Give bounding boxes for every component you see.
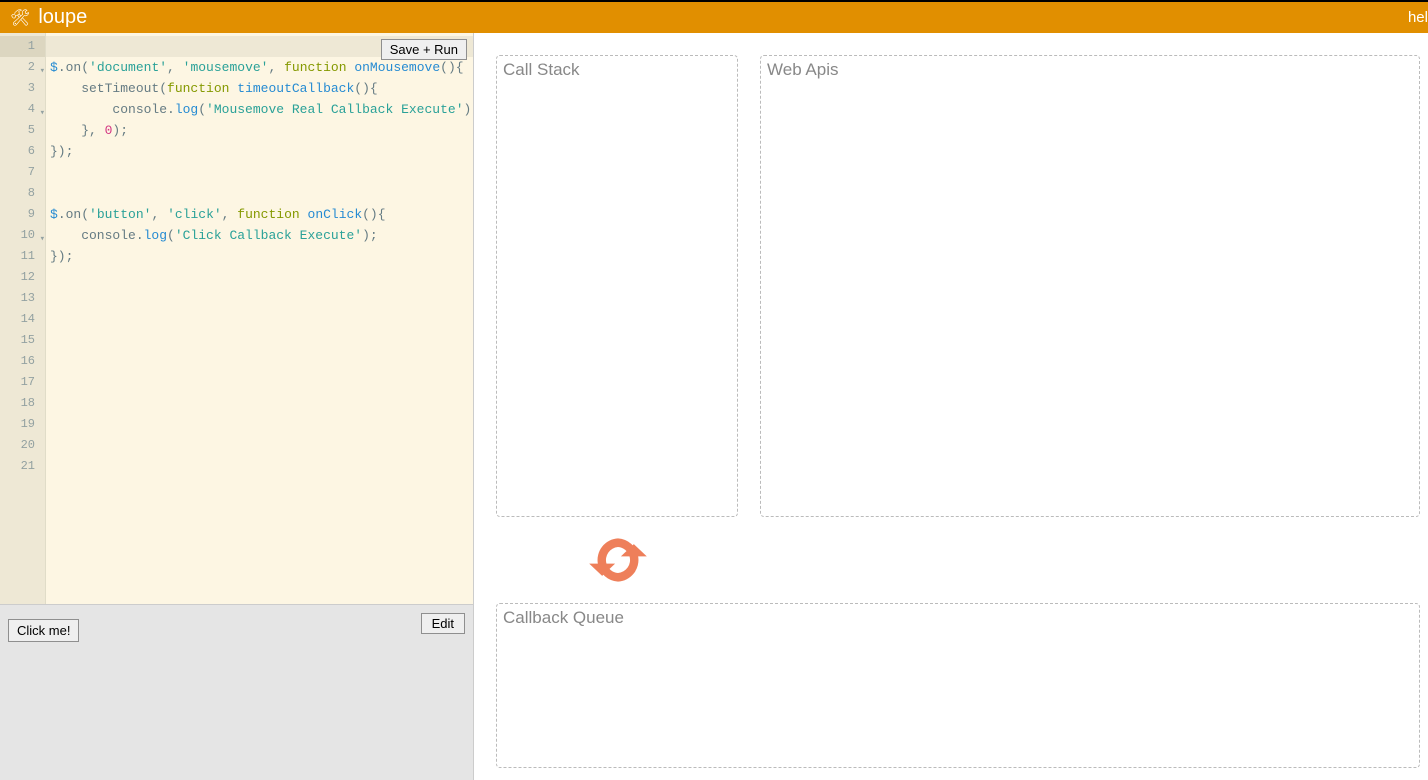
- web-apis-title: Web Apis: [767, 60, 839, 80]
- code-line[interactable]: [46, 372, 473, 393]
- line-number: 19: [0, 414, 45, 435]
- line-number: 14: [0, 309, 45, 330]
- line-number: 9: [0, 204, 45, 225]
- code-line[interactable]: [46, 435, 473, 456]
- line-number: 7: [0, 162, 45, 183]
- app-header: 🛠 loupe hel: [0, 2, 1428, 33]
- call-stack-panel: Call Stack: [496, 55, 738, 517]
- help-link[interactable]: hel: [1408, 9, 1428, 26]
- editor-gutter: 123456789101112131415161718192021: [0, 33, 46, 604]
- line-number: 15: [0, 330, 45, 351]
- code-line[interactable]: [46, 309, 473, 330]
- call-stack-title: Call Stack: [503, 60, 580, 80]
- code-line[interactable]: console.log('Click Callback Execute');: [46, 225, 473, 246]
- line-number: 5: [0, 120, 45, 141]
- code-editor[interactable]: 123456789101112131415161718192021 $.on('…: [0, 33, 473, 604]
- main-area: 123456789101112131415161718192021 $.on('…: [0, 33, 1428, 780]
- line-number: 3: [0, 78, 45, 99]
- code-line[interactable]: [46, 393, 473, 414]
- code-line[interactable]: [46, 162, 473, 183]
- tools-icon: 🛠: [10, 8, 30, 28]
- line-number: 21: [0, 456, 45, 477]
- line-number: 16: [0, 351, 45, 372]
- line-number: 4: [0, 99, 45, 120]
- code-line[interactable]: console.log('Mousemove Real Callback Exe…: [46, 99, 473, 120]
- code-line[interactable]: [46, 330, 473, 351]
- render-area[interactable]: Click me! Edit: [0, 604, 473, 780]
- line-number: 6: [0, 141, 45, 162]
- left-pane: 123456789101112131415161718192021 $.on('…: [0, 33, 474, 780]
- click-me-button[interactable]: Click me!: [8, 619, 79, 642]
- save-run-button[interactable]: Save + Run: [381, 39, 467, 60]
- code-line[interactable]: [46, 351, 473, 372]
- line-number: 1: [0, 36, 45, 57]
- line-number: 2: [0, 57, 45, 78]
- line-number: 8: [0, 183, 45, 204]
- code-line[interactable]: [46, 456, 473, 477]
- code-line[interactable]: $.on('button', 'click', function onClick…: [46, 204, 473, 225]
- code-line[interactable]: }, 0);: [46, 120, 473, 141]
- line-number: 13: [0, 288, 45, 309]
- code-line[interactable]: $.on('document', 'mousemove', function o…: [46, 57, 473, 78]
- code-line[interactable]: [46, 267, 473, 288]
- line-number: 20: [0, 435, 45, 456]
- code-line[interactable]: });: [46, 246, 473, 267]
- app-title: loupe: [38, 6, 87, 29]
- line-number: 12: [0, 267, 45, 288]
- callback-queue-panel: Callback Queue: [496, 603, 1420, 768]
- runtime-visualizer: Call Stack Web Apis Callback Queue: [474, 33, 1428, 780]
- web-apis-panel: Web Apis: [760, 55, 1420, 517]
- code-line[interactable]: setTimeout(function timeoutCallback(){: [46, 78, 473, 99]
- editor-code-area[interactable]: $.on('document', 'mousemove', function o…: [46, 33, 473, 604]
- event-loop-icon: [582, 531, 654, 589]
- line-number: 10: [0, 225, 45, 246]
- line-number: 17: [0, 372, 45, 393]
- line-number: 11: [0, 246, 45, 267]
- code-line[interactable]: });: [46, 141, 473, 162]
- code-line[interactable]: [46, 288, 473, 309]
- code-line[interactable]: [46, 414, 473, 435]
- line-number: 18: [0, 393, 45, 414]
- callback-queue-title: Callback Queue: [503, 608, 624, 628]
- code-line[interactable]: [46, 183, 473, 204]
- edit-button[interactable]: Edit: [421, 613, 465, 634]
